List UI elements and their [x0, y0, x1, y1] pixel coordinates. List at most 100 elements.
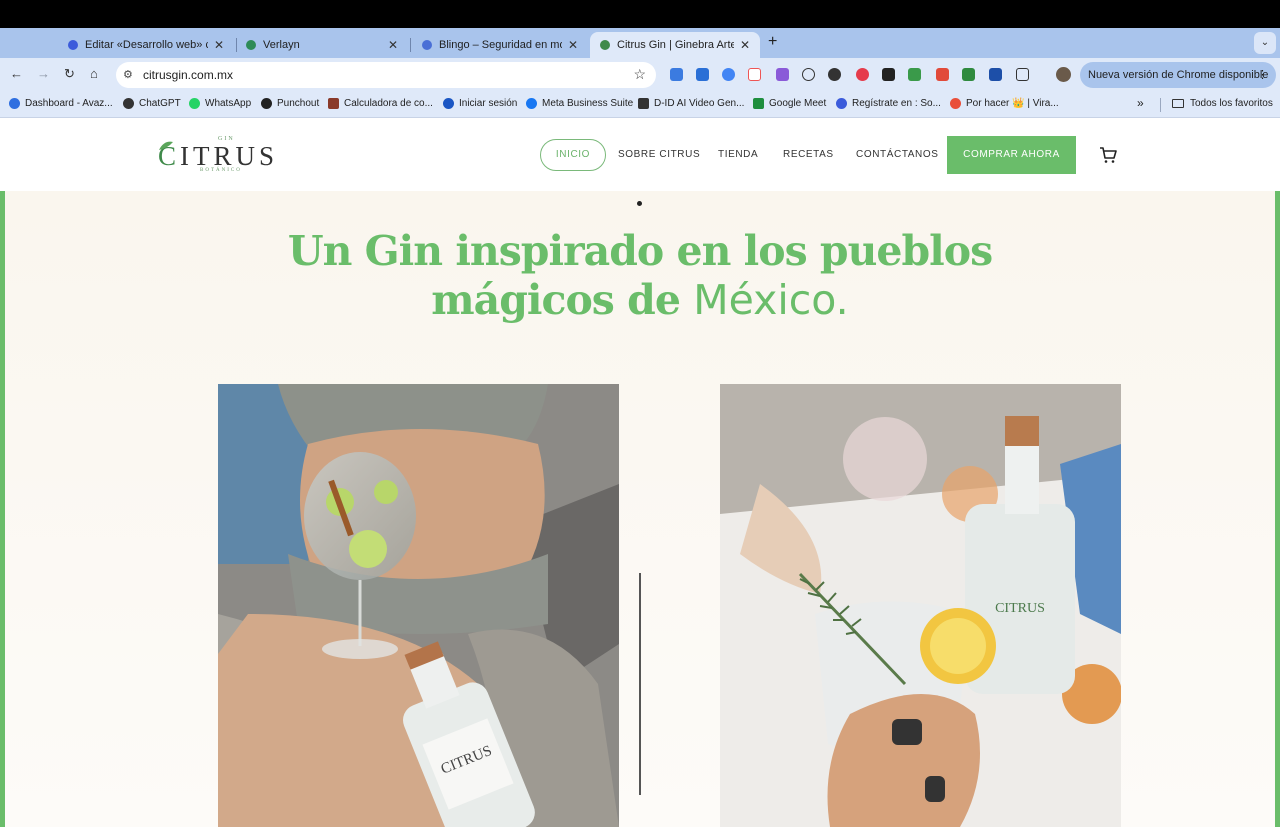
tab-separator — [410, 38, 411, 52]
extension-icon[interactable] — [962, 68, 975, 81]
bookmark-punchout[interactable]: Punchout — [261, 98, 319, 109]
web-page: GIN CITRUS BOTÁNICO INICIO SOBRE CITRUS … — [0, 118, 1280, 827]
extension-icon[interactable] — [908, 68, 921, 81]
comprar-ahora-button[interactable]: COMPRAR AHORA — [947, 136, 1076, 174]
hero-section: Un Gin inspirado en los pueblos mágicos … — [0, 191, 1280, 827]
photo-illustration: CITRUS — [720, 384, 1121, 827]
tab-title: Verlayn — [263, 39, 300, 51]
bookmark-label: Calculadora de co... — [344, 98, 433, 109]
all-bookmarks-folder[interactable]: Todos los favoritos — [1172, 98, 1273, 109]
tab-title: Editar «Desarrollo web» con E — [85, 39, 208, 51]
back-arrow-icon[interactable]: ← — [10, 66, 23, 81]
tab-citrus-gin[interactable]: Citrus Gin | Ginebra Artesanal ✕ — [590, 32, 760, 58]
new-tab-button[interactable]: + — [768, 33, 777, 51]
tab-title: Blingo – Seguridad en movimie — [439, 39, 562, 51]
cart-icon[interactable] — [1098, 145, 1118, 165]
blingo-icon — [422, 40, 432, 50]
close-tab-icon[interactable]: ✕ — [214, 38, 224, 52]
puzzle-extensions-icon[interactable] — [1016, 68, 1029, 81]
chrome-update-button[interactable]: Nueva versión de Chrome disponible ⋮ — [1080, 62, 1276, 88]
bookmark-label: Regístrate en : So... — [852, 98, 941, 109]
bookmark-d-id[interactable]: D-ID AI Video Gen... — [638, 98, 744, 109]
more-bookmarks-button[interactable]: » — [1137, 96, 1144, 110]
bookmark-label: WhatsApp — [205, 98, 252, 109]
bookmark-google-meet[interactable]: Google Meet — [753, 98, 826, 109]
bookmark-chatgpt[interactable]: ChatGPT — [123, 98, 181, 109]
bookmark-por-hacer[interactable]: Por hacer 👑 | Vira... — [950, 98, 1059, 109]
bottle-label-text: CITRUS — [995, 601, 1045, 616]
google-extension-icon[interactable] — [722, 68, 735, 81]
profile-avatar[interactable] — [1056, 67, 1071, 82]
headline-line-1: Un Gin inspirado en los pueblos — [287, 227, 993, 275]
download-extension-icon[interactable] — [696, 68, 709, 81]
bookmarks-divider — [1160, 98, 1161, 112]
verlayn-icon — [246, 40, 256, 50]
all-bookmarks-label: Todos los favoritos — [1190, 98, 1273, 109]
right-accent-bar — [1275, 191, 1280, 827]
bookmark-label: Iniciar sesión — [459, 98, 518, 109]
bookmark-favicon-icon — [123, 98, 134, 109]
extension-icon[interactable] — [748, 68, 761, 81]
nav-tienda[interactable]: TIENDA — [718, 149, 758, 160]
tab-editar-desarrollo-web[interactable]: Editar «Desarrollo web» con E ✕ — [58, 32, 234, 58]
bookmarks-bar: Dashboard - Avaz... ChatGPT WhatsApp Pun… — [0, 92, 1280, 118]
folder-icon — [1172, 99, 1184, 108]
logo-leaf-icon — [159, 141, 173, 150]
bookmark-iniciar-sesion[interactable]: Iniciar sesión — [443, 98, 517, 109]
nav-recetas[interactable]: RECETAS — [783, 149, 834, 160]
home-icon[interactable]: ⌂ — [90, 66, 98, 81]
extension-icon[interactable] — [828, 68, 841, 81]
photo-hand-gin-glass: CITRUS — [720, 384, 1121, 827]
headline-bold-part: mágicos de — [431, 276, 681, 324]
center-divider-line — [639, 573, 641, 795]
site-info-icon[interactable]: ⚙ — [123, 68, 137, 82]
browser-tab-bar: Editar «Desarrollo web» con E ✕ Verlayn … — [0, 28, 1280, 58]
tab-blingo[interactable]: Blingo – Seguridad en movimie ✕ — [412, 32, 588, 58]
extension-badge-icon[interactable] — [776, 68, 789, 81]
bookmark-favicon-icon — [950, 98, 961, 109]
bookmark-label: Dashboard - Avaz... — [25, 98, 113, 109]
close-tab-icon[interactable]: ✕ — [388, 38, 398, 52]
photo-illustration: CITRUS — [218, 384, 619, 827]
bookmark-label: ChatGPT — [139, 98, 181, 109]
extension-icon[interactable] — [989, 68, 1002, 81]
extension-icon[interactable] — [670, 68, 683, 81]
forward-arrow-icon[interactable]: → — [37, 66, 50, 81]
photo-woman-gin-glass: CITRUS — [218, 384, 619, 827]
picture-in-picture-icon[interactable] — [882, 68, 895, 81]
drive-extension-icon[interactable] — [802, 68, 815, 81]
headline-light-part: México. — [693, 276, 849, 324]
reload-icon[interactable]: ↻ — [64, 66, 75, 82]
bookmark-registrate[interactable]: Regístrate en : So... — [836, 98, 941, 109]
nav-sobre-citrus[interactable]: SOBRE CITRUS — [618, 149, 700, 160]
nav-inicio[interactable]: INICIO — [540, 139, 606, 171]
more-menu-icon[interactable]: ⋮ — [1257, 62, 1268, 88]
tab-title: Citrus Gin | Ginebra Artesanal — [617, 39, 734, 51]
bookmark-favicon-icon — [261, 98, 272, 109]
nav-contactanos[interactable]: CONTÁCTANOS — [856, 149, 939, 160]
bookmark-calculadora[interactable]: Calculadora de co... — [328, 98, 433, 109]
bookmark-whatsapp[interactable]: WhatsApp — [189, 98, 251, 109]
hero-headline: Un Gin inspirado en los pueblos mágicos … — [240, 227, 1040, 325]
extension-icon[interactable] — [856, 68, 869, 81]
bookmark-favicon-icon — [638, 98, 649, 109]
tab-verlayn[interactable]: Verlayn ✕ — [236, 32, 408, 58]
url-text[interactable]: citrusgin.com.mx — [143, 68, 233, 82]
bookmark-meta-business[interactable]: Meta Business Suite — [526, 98, 633, 109]
extension-icon[interactable] — [936, 68, 949, 81]
bookmark-star-icon[interactable]: ☆ — [633, 66, 646, 83]
tab-search-button[interactable]: ⌄ — [1254, 32, 1276, 54]
close-tab-icon[interactable]: ✕ — [740, 38, 750, 52]
bookmark-dashboard[interactable]: Dashboard - Avaz... — [9, 98, 113, 109]
bookmark-label: Meta Business Suite — [542, 98, 634, 109]
close-tab-icon[interactable]: ✕ — [568, 38, 578, 52]
citrus-logo[interactable]: GIN CITRUS BOTÁNICO — [158, 136, 298, 176]
wordpress-icon — [68, 40, 78, 50]
bookmark-favicon-icon — [443, 98, 454, 109]
left-accent-bar — [0, 191, 5, 827]
bookmark-favicon-icon — [9, 98, 20, 109]
screen-top-strip — [0, 0, 1280, 28]
headline-line-2: mágicos de México. — [240, 276, 1040, 325]
bookmark-favicon-icon — [189, 98, 200, 109]
address-bar[interactable]: ⚙ citrusgin.com.mx ☆ — [116, 62, 656, 88]
